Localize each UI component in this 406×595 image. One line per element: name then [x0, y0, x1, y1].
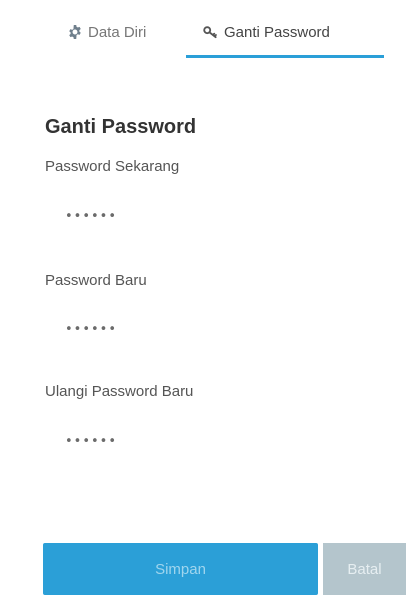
tab-ganti-password[interactable]: Ganti Password: [203, 20, 330, 44]
repeat-password-label: Ulangi Password Baru: [45, 383, 194, 400]
form-title: Ganti Password: [45, 116, 197, 138]
active-tab-indicator: [186, 55, 384, 58]
cancel-button[interactable]: Batal: [323, 543, 406, 595]
new-password-input[interactable]: [45, 313, 385, 345]
tab-ganti-password-label: Ganti Password: [224, 23, 330, 41]
save-button[interactable]: Simpan: [43, 543, 318, 595]
profile-tabs: Data Diri Ganti Password: [0, 0, 406, 60]
key-icon: [203, 25, 218, 39]
gear-icon: [68, 25, 82, 39]
current-password-input[interactable]: [45, 200, 385, 232]
tab-data-diri-label: Data Diri: [88, 23, 147, 41]
current-password-label: Password Sekarang: [45, 158, 180, 175]
repeat-password-input[interactable]: [45, 425, 385, 457]
new-password-label: Password Baru: [45, 272, 147, 289]
tab-data-diri[interactable]: Data Diri: [68, 20, 146, 44]
